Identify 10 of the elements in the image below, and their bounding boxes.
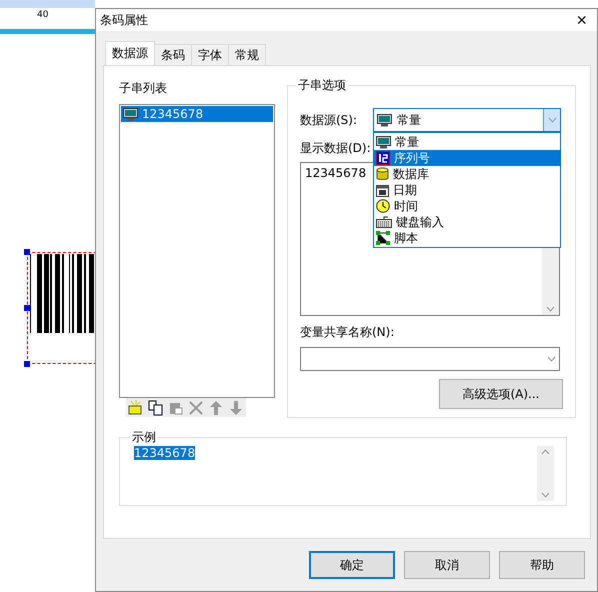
group-label: 示例	[131, 430, 157, 444]
field-label: 数据源(S):	[300, 112, 358, 128]
example-text: 12345678	[134, 446, 196, 460]
group-label: 子串选项	[297, 78, 347, 92]
select-value: 常量	[397, 112, 421, 128]
ruler-label: 40	[37, 10, 48, 20]
group-label: 子串列表	[119, 80, 168, 97]
field-label: 显示数据(D):	[300, 140, 371, 157]
window-title: 条码属性	[100, 12, 148, 28]
field-label: 变量共享名称(N):	[300, 324, 394, 342]
